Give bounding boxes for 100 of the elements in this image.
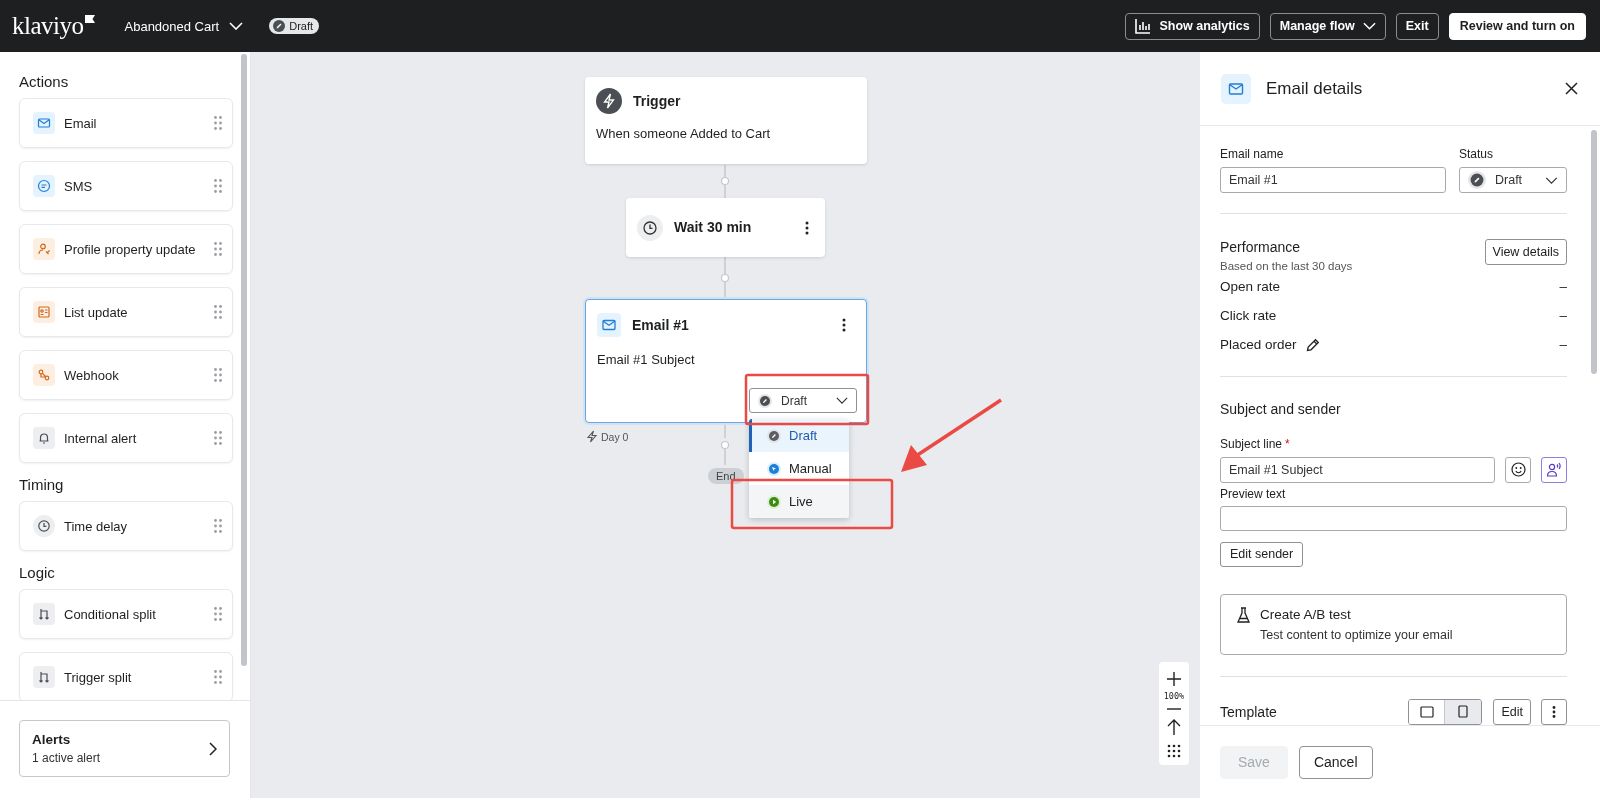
node-description: When someone Added to Cart bbox=[596, 126, 772, 141]
edit-template-button[interactable]: Edit bbox=[1493, 698, 1531, 725]
action-item[interactable]: List update bbox=[19, 287, 233, 337]
webhook-icon bbox=[33, 364, 55, 386]
metric-label: Open rate bbox=[1220, 278, 1281, 294]
drag-handle-icon[interactable] bbox=[214, 607, 222, 621]
drag-handle-icon[interactable] bbox=[214, 431, 222, 445]
menu-button[interactable]: Manage flow bbox=[1269, 12, 1386, 40]
clock-icon bbox=[637, 214, 663, 241]
action-item[interactable]: Time delay bbox=[19, 501, 233, 551]
split-arrows-icon bbox=[33, 666, 55, 688]
section-heading: Actions bbox=[19, 73, 70, 90]
field-label: Preview text bbox=[1220, 486, 1287, 501]
action-item[interactable]: Webhook bbox=[19, 350, 233, 400]
pencil-icon[interactable] bbox=[1305, 336, 1321, 352]
edit-sender-button[interactable]: Edit sender bbox=[1220, 541, 1304, 567]
personalize-button[interactable] bbox=[1541, 456, 1567, 483]
section-heading: Performance bbox=[1220, 239, 1302, 255]
cursor-icon bbox=[767, 461, 781, 476]
cancel-button[interactable]: Cancel bbox=[1298, 745, 1373, 779]
primary-button[interactable]: Review and turn on bbox=[1448, 12, 1586, 40]
node-title: Wait 30 min bbox=[674, 218, 753, 235]
bell-icon bbox=[33, 427, 55, 449]
logo[interactable]: klaviyo bbox=[12, 12, 84, 40]
trigger-node[interactable]: Trigger When someone Added to Cart bbox=[585, 77, 867, 164]
email-icon bbox=[1221, 73, 1251, 104]
panel-title: Email details bbox=[1266, 78, 1364, 99]
flag-icon bbox=[84, 15, 95, 23]
end-label: End bbox=[708, 468, 744, 484]
more-options-icon[interactable] bbox=[805, 220, 809, 235]
field-label: Subject line * bbox=[1220, 436, 1291, 451]
menu-option[interactable]: Manual bbox=[749, 452, 849, 485]
zoom-in-icon[interactable] bbox=[1167, 672, 1181, 686]
metric-label: Placed order bbox=[1220, 336, 1297, 352]
mobile-preview-button[interactable] bbox=[1445, 699, 1482, 724]
phone-icon bbox=[1458, 705, 1469, 719]
toolbar-button[interactable]: Exit bbox=[1395, 12, 1439, 40]
more-options-icon bbox=[1552, 705, 1556, 718]
drag-handle-icon[interactable] bbox=[214, 305, 222, 319]
section-heading: Timing bbox=[19, 476, 65, 493]
envelope-icon bbox=[33, 112, 55, 134]
drag-handle-icon[interactable] bbox=[214, 519, 222, 533]
more-options-button[interactable] bbox=[1541, 698, 1567, 725]
field-label: Status bbox=[1459, 147, 1495, 161]
scrollbar[interactable] bbox=[241, 54, 247, 666]
caret-icon bbox=[1362, 22, 1376, 30]
metric-value: – bbox=[1559, 307, 1567, 323]
action-item[interactable]: Conditional split bbox=[19, 589, 233, 639]
drag-handle-icon[interactable] bbox=[214, 670, 222, 684]
pencil-icon bbox=[1468, 171, 1486, 189]
ab-test-card[interactable]: Create A/B test Test content to optimize your email bbox=[1220, 593, 1567, 655]
chat-bubble-icon bbox=[33, 175, 55, 197]
day-label: Day 0 bbox=[586, 430, 629, 443]
split-arrows-icon bbox=[33, 603, 55, 625]
toolbar-button[interactable]: Show analytics bbox=[1125, 12, 1260, 40]
close-icon[interactable] bbox=[1565, 82, 1578, 95]
action-item[interactable]: Internal alert bbox=[19, 413, 233, 463]
status-badge: Draft bbox=[269, 18, 320, 34]
arrow-up-icon[interactable] bbox=[1167, 719, 1181, 735]
chevron-right-icon bbox=[209, 741, 217, 756]
grid-dots-icon[interactable] bbox=[1167, 744, 1181, 758]
smiley-icon bbox=[1510, 462, 1526, 478]
preview-text-field[interactable] bbox=[1220, 505, 1567, 531]
subject-line-field[interactable]: Email #1 Subject bbox=[1220, 456, 1495, 483]
action-item[interactable]: SMS bbox=[19, 161, 233, 211]
emoji-button[interactable] bbox=[1505, 456, 1531, 483]
desktop-preview-button[interactable] bbox=[1409, 699, 1446, 724]
lightning-icon bbox=[596, 88, 622, 114]
section-subtitle: Based on the last 30 days bbox=[1220, 260, 1353, 272]
clock-icon bbox=[33, 515, 55, 537]
email-name-field[interactable]: Email #1 bbox=[1220, 167, 1446, 193]
scrollbar[interactable] bbox=[1591, 130, 1597, 374]
metric-label: Click rate bbox=[1220, 307, 1277, 323]
metric-value: – bbox=[1559, 336, 1567, 352]
menu-option[interactable]: Live bbox=[749, 485, 849, 518]
bar-chart-icon bbox=[1135, 18, 1152, 34]
ab-test-title: Create A/B test bbox=[1260, 606, 1352, 622]
alerts-count: 1 active alert bbox=[32, 751, 102, 765]
action-item[interactable]: Email bbox=[19, 98, 233, 148]
node-title: Email #1 bbox=[632, 317, 689, 333]
metric-value: – bbox=[1559, 278, 1567, 294]
flow-name-dropdown[interactable]: Abandoned Cart bbox=[124, 18, 244, 34]
drag-handle-icon[interactable] bbox=[214, 179, 222, 193]
more-options-icon[interactable] bbox=[842, 318, 846, 332]
action-item[interactable]: Profile property update bbox=[19, 224, 233, 274]
status-dropdown[interactable]: Draft bbox=[1459, 167, 1567, 193]
drag-handle-icon[interactable] bbox=[214, 242, 222, 256]
caret-icon bbox=[229, 22, 244, 30]
flask-icon bbox=[1237, 606, 1250, 623]
node-subject: Email #1 Subject bbox=[597, 352, 696, 367]
delay-node[interactable]: Wait 30 min bbox=[626, 198, 825, 257]
play-icon bbox=[767, 494, 781, 509]
menu-option[interactable]: Draft bbox=[749, 419, 849, 452]
alerts-card[interactable]: Alerts 1 active alert bbox=[19, 720, 230, 777]
drag-handle-icon[interactable] bbox=[214, 368, 222, 382]
drag-handle-icon[interactable] bbox=[214, 116, 222, 130]
status-dropdown[interactable]: Draft bbox=[749, 388, 857, 413]
person-icon bbox=[1546, 462, 1562, 478]
view-details-button[interactable]: View details bbox=[1484, 239, 1567, 265]
field-label: Email name bbox=[1220, 147, 1285, 161]
